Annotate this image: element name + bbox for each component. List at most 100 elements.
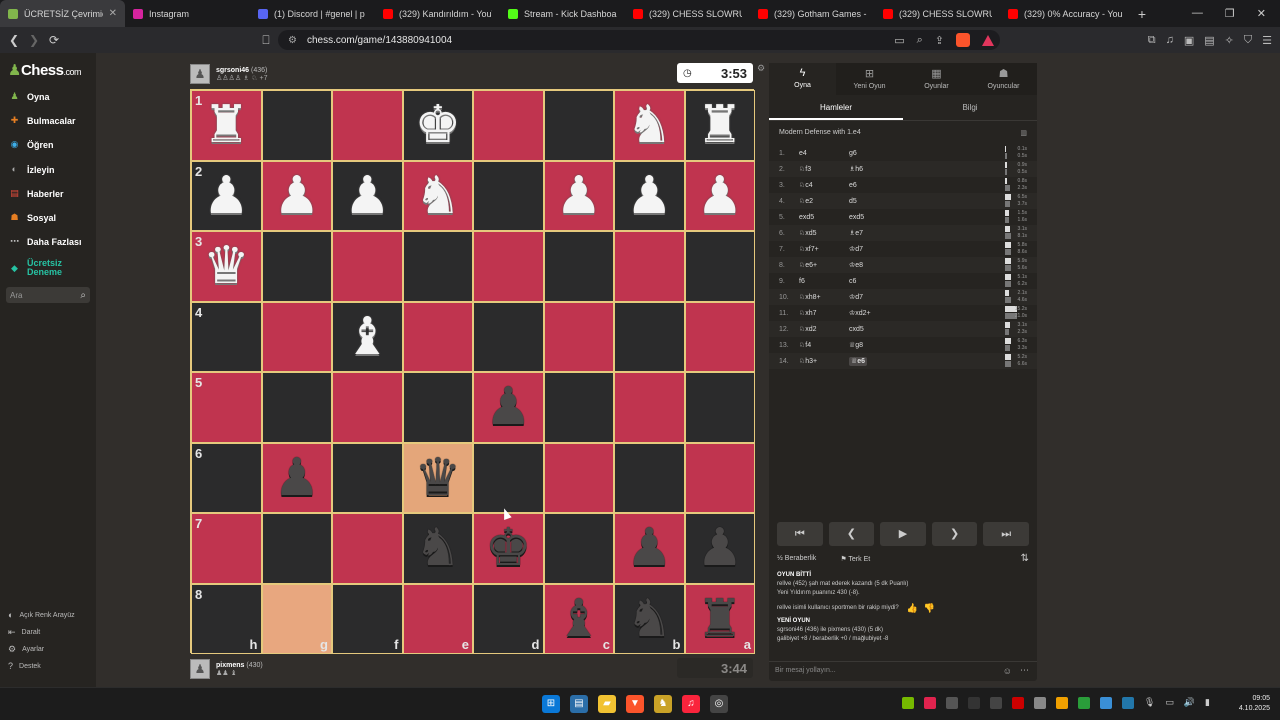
black-pawn-piece[interactable]: ♟ (626, 522, 673, 574)
emoji-icon[interactable]: ☺ (1003, 666, 1012, 676)
white-move[interactable]: ♘xh8+ (799, 294, 821, 301)
white-knight-piece[interactable]: ♞ (626, 99, 673, 151)
white-pawn-piece[interactable]: ♟ (344, 170, 391, 222)
collapse-button[interactable]: ⇤ Daralt (8, 627, 40, 638)
white-move[interactable]: f6 (799, 278, 805, 285)
white-move[interactable]: e4 (799, 150, 807, 157)
white-pawn-piece[interactable]: ♟ (273, 170, 320, 222)
forward-icon[interactable]: ❯ (24, 33, 44, 47)
black-bishop-piece[interactable]: ♝ (555, 593, 602, 645)
board-square[interactable]: 2 ♟ (191, 160, 262, 231)
board-square[interactable] (614, 301, 685, 372)
flip-board-icon[interactable]: ⇅ (1021, 553, 1029, 564)
wallet-icon[interactable]: ▤ (1204, 34, 1214, 47)
board-square[interactable] (614, 231, 685, 302)
mic-icon[interactable]: 🎙 (1144, 697, 1155, 709)
board-square[interactable] (473, 90, 544, 161)
browser-tab[interactable]: (329) 0% Accuracy - YouTu (1000, 0, 1130, 27)
board-square[interactable]: 4 (191, 301, 262, 372)
menu-icon[interactable]: ☰ (1262, 34, 1272, 47)
board-square[interactable]: 6 (191, 442, 262, 513)
board-square[interactable] (402, 301, 473, 372)
board-square[interactable]: ♚ (402, 90, 473, 161)
steam-icon[interactable]: ◎ (710, 695, 728, 713)
board-square[interactable] (543, 231, 614, 302)
board-square[interactable]: ♛ (402, 442, 473, 513)
board-square[interactable] (332, 90, 403, 161)
black-move[interactable]: cxd5 (849, 326, 864, 333)
nvidia-icon[interactable] (901, 697, 914, 709)
board-square[interactable] (543, 513, 614, 584)
board-square[interactable] (473, 160, 544, 231)
vpn-icon[interactable]: ⛉ (1244, 34, 1252, 47)
player-name[interactable]: sgrsoni46 (436) (216, 67, 267, 74)
board-square[interactable] (332, 513, 403, 584)
sidebar-item-2[interactable]: ◉ Öğren (8, 138, 54, 151)
white-move[interactable]: ♘xf7+ (799, 246, 819, 253)
board-square[interactable]: ♜ (684, 90, 755, 161)
sidebar-item-1[interactable]: ✚ Bulmacalar (8, 114, 76, 127)
board-square[interactable] (543, 442, 614, 513)
settings-button[interactable]: ⚙ Ayarlar (8, 644, 44, 655)
board-square[interactable] (261, 513, 332, 584)
back-icon[interactable]: ❮ (4, 33, 24, 47)
board-square[interactable]: b ♞ (614, 583, 685, 654)
browser-tab[interactable]: (329) CHESS SLOWRUN EF (625, 0, 750, 27)
black-knight-piece[interactable]: ♞ (414, 522, 461, 574)
browser-tab[interactable]: (329) Gotham Games - Yo (750, 0, 875, 27)
board-square[interactable]: ♟ (261, 442, 332, 513)
tray-app-icon[interactable] (1055, 697, 1068, 709)
board-square[interactable]: ♟ (614, 160, 685, 231)
board-square[interactable] (473, 301, 544, 372)
resign-button[interactable]: ⚑ Terk Et (840, 555, 882, 563)
close-window-icon[interactable]: ✕ (1257, 7, 1266, 20)
black-move[interactable]: ♕e6 (849, 357, 868, 366)
board-square[interactable]: ♝ (332, 301, 403, 372)
board-square[interactable] (543, 372, 614, 443)
board-square[interactable]: ♟ (332, 160, 403, 231)
chat-input[interactable]: Bir mesaj yollayın... ☺ ⋯ (769, 661, 1037, 679)
black-move[interactable]: ♔d7 (849, 294, 863, 301)
white-move[interactable]: ♘f3 (799, 166, 811, 173)
sidebar-item-7[interactable]: ◆ Ücretsiz Deneme (8, 259, 67, 277)
url-field[interactable]: ⚙ chess.com/game/143880941004 (278, 30, 1000, 50)
recording-icon[interactable] (923, 697, 936, 709)
board-square[interactable]: a ♜ (684, 583, 755, 654)
avatar[interactable]: ♟ (190, 64, 210, 84)
board-square[interactable]: g (261, 583, 332, 654)
white-move[interactable]: ♘xd5 (799, 230, 817, 237)
white-rook-piece[interactable]: ♜ (696, 99, 743, 151)
board-square[interactable] (332, 231, 403, 302)
white-move[interactable]: ♘c4 (799, 182, 813, 189)
music-app-icon[interactable]: ♫ (682, 695, 700, 713)
black-move[interactable]: ♕g8 (849, 342, 863, 349)
board-square[interactable] (614, 442, 685, 513)
start-icon[interactable]: ⊞ (542, 695, 560, 713)
white-move[interactable]: ♘xh7 (799, 310, 817, 317)
white-pawn-piece[interactable]: ♟ (203, 170, 250, 222)
black-pawn-piece[interactable]: ♟ (696, 522, 743, 574)
prev-move-button[interactable]: ❮ (828, 522, 875, 546)
tray-app-icon[interactable] (1033, 697, 1046, 709)
cast-icon[interactable]: ▭ (894, 34, 904, 47)
board-square[interactable] (473, 442, 544, 513)
tab-info[interactable]: Bilgi (903, 97, 1037, 120)
board-square[interactable]: ♞ (614, 90, 685, 161)
network-icon[interactable]: ▭ (1165, 697, 1174, 709)
tray-app-icon[interactable] (1011, 697, 1024, 709)
white-pawn-piece[interactable]: ♟ (626, 170, 673, 222)
black-queen-piece[interactable]: ♛ (414, 452, 461, 504)
white-move[interactable]: ♘f4 (799, 342, 811, 349)
file-explorer-icon[interactable]: ▰ (598, 695, 616, 713)
system-clock[interactable]: 09:05 4.10.2025 (1239, 694, 1270, 714)
avatar[interactable]: ♟ (190, 659, 210, 679)
black-move[interactable]: g6 (849, 150, 857, 157)
white-move[interactable]: ♘e2 (799, 198, 813, 205)
black-move[interactable]: exd5 (849, 214, 864, 221)
board-square[interactable]: ♚ (473, 513, 544, 584)
close-tab-icon[interactable]: ✕ (103, 8, 117, 19)
board-square[interactable] (684, 372, 755, 443)
board-square[interactable]: d (473, 583, 544, 654)
tab-moves[interactable]: Hamleler (769, 97, 903, 120)
tray-app-icon[interactable] (967, 697, 980, 709)
